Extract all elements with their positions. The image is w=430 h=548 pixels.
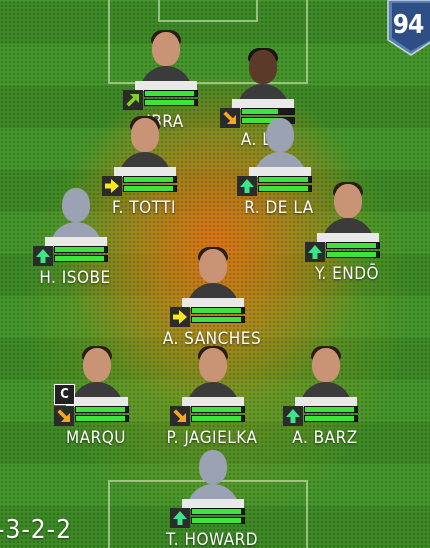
stamina-bars <box>144 90 198 108</box>
form-bar <box>75 406 129 413</box>
stamina-bar <box>191 415 245 422</box>
team-rating-badge: 94 <box>386 0 430 56</box>
condition-arrow-up-icon <box>283 406 303 426</box>
form-bar <box>326 242 380 249</box>
stamina-bar <box>144 99 198 106</box>
form-bar <box>304 406 358 413</box>
player-card-barz[interactable]: A. BARZ <box>283 342 367 450</box>
stamina-bars <box>191 508 245 526</box>
stamina-bars <box>258 176 312 194</box>
player-card-howard[interactable]: T. HOWARD <box>166 444 258 548</box>
player-photo <box>69 342 125 402</box>
player-card-isobe[interactable]: H. ISOBE <box>33 182 117 290</box>
captain-badge: C <box>54 384 75 405</box>
condition-arrow-down-right-icon <box>54 406 74 426</box>
stamina-bar <box>191 517 245 524</box>
player-silhouette <box>48 182 104 242</box>
stamina-bars <box>326 242 380 260</box>
stamina-bars <box>191 406 245 424</box>
player-name: MARQU <box>65 428 127 448</box>
stamina-bar <box>304 415 358 422</box>
player-name: A. BARZ <box>292 428 358 448</box>
player-photo <box>185 243 241 303</box>
form-bar <box>144 90 198 97</box>
stamina-bar <box>258 185 312 192</box>
form-bar <box>191 406 245 413</box>
form-bar <box>54 246 108 253</box>
player-name: Y. ENDŌ <box>314 264 380 284</box>
condition-arrow-down-right-icon <box>170 406 190 426</box>
player-card-sanches[interactable]: A. SANCHES <box>163 243 261 351</box>
form-bar <box>123 176 177 183</box>
team-rating-value: 94 <box>392 10 425 40</box>
player-photo <box>138 26 194 86</box>
stamina-bar <box>123 185 177 192</box>
form-bar <box>191 508 245 515</box>
condition-arrow-up-icon <box>33 246 53 266</box>
player-silhouette <box>252 112 308 172</box>
player-name: H. ISOBE <box>39 268 111 288</box>
stamina-bars <box>191 307 245 325</box>
player-photo <box>235 44 291 104</box>
player-photo <box>185 342 241 402</box>
stamina-bar <box>191 316 245 323</box>
pitch: 94 IBRA A. LO F. TOTTI R. DE LA H. ISOBE Y. E… <box>0 0 430 548</box>
stamina-bars <box>304 406 358 424</box>
player-name: T. HOWARD <box>165 530 259 548</box>
stamina-bar <box>326 251 380 258</box>
player-photo <box>117 112 173 172</box>
player-silhouette <box>185 444 241 504</box>
form-bar <box>191 307 245 314</box>
condition-arrow-right-icon <box>170 307 190 327</box>
stamina-bar <box>54 255 108 262</box>
player-card-endo[interactable]: Y. ENDŌ <box>305 178 389 286</box>
player-card-marqu[interactable]: C MARQU <box>54 342 138 450</box>
stamina-bars <box>75 406 129 424</box>
stamina-bars <box>54 246 108 264</box>
player-photo <box>320 178 376 238</box>
stamina-bars <box>123 176 177 194</box>
player-photo <box>298 342 354 402</box>
condition-arrow-up-icon <box>305 242 325 262</box>
condition-arrow-up-icon <box>237 176 257 196</box>
formation-label: -3-2-2 <box>0 515 72 545</box>
condition-arrow-up-right-icon <box>123 90 143 110</box>
player-card-jagielka[interactable]: P. JAGIELKA <box>167 342 257 450</box>
condition-arrow-up-icon <box>170 508 190 528</box>
form-bar <box>258 176 312 183</box>
goal-area-top <box>158 0 258 22</box>
stamina-bar <box>75 415 129 422</box>
